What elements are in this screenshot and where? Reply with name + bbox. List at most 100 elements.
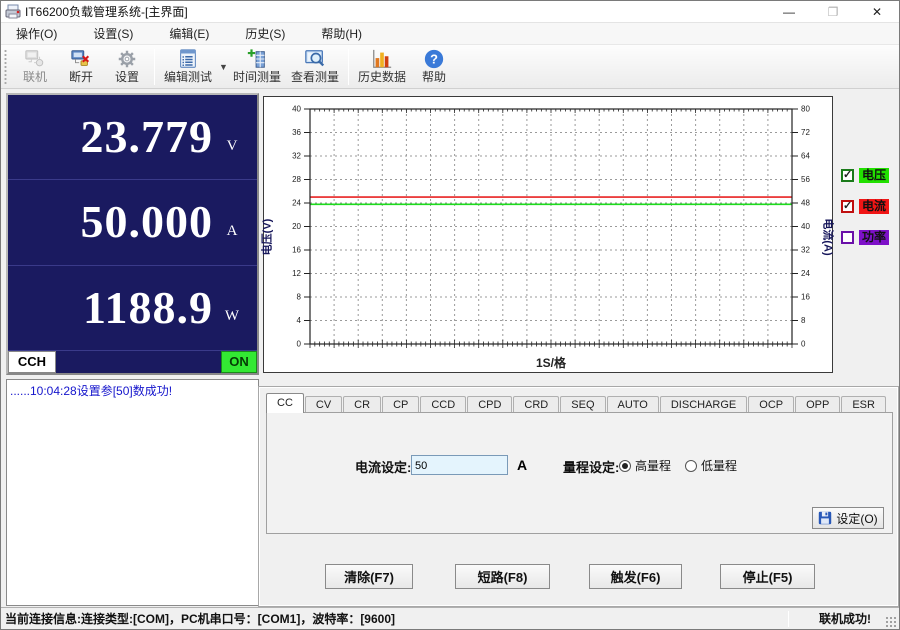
help-icon: ?: [423, 48, 445, 70]
toolbar-button-label: 帮助: [422, 70, 446, 84]
tab-esr[interactable]: ESR: [841, 396, 886, 413]
tab-ccd[interactable]: CCD: [420, 396, 466, 413]
view-measure-icon: [304, 48, 326, 70]
svg-text:36: 36: [292, 128, 301, 137]
svg-text:28: 28: [292, 175, 301, 184]
tab-seq[interactable]: SEQ: [560, 396, 605, 413]
toolbar-button-settings-gear[interactable]: 设置: [104, 46, 150, 88]
legend-item-1: ✓ 电压: [841, 168, 899, 183]
connect-icon: [24, 48, 46, 70]
message-log: ......10:04:28设置参[50]数成功!: [6, 379, 259, 606]
svg-text:0: 0: [801, 340, 806, 349]
mode-badge: CCH: [8, 351, 56, 373]
voltage-value: 23.779: [81, 114, 214, 160]
range-radio-low[interactable]: 低量程: [685, 457, 737, 474]
tab-opp[interactable]: OPP: [795, 396, 840, 413]
svg-text:16: 16: [292, 246, 301, 255]
current-set-label: 电流设定:: [355, 457, 411, 476]
toolbar-button-help[interactable]: ?帮助: [411, 46, 457, 88]
power-readout: 1188.9 W: [8, 266, 257, 351]
dropdown-arrow-icon[interactable]: ▼: [219, 62, 228, 72]
current-set-input[interactable]: [411, 455, 508, 475]
legend-checkbox[interactable]: ✓: [841, 169, 854, 182]
legend-label: 电压: [859, 168, 889, 183]
svg-text:40: 40: [801, 222, 810, 231]
tab-ocp[interactable]: OCP: [748, 396, 794, 413]
action-button-f6[interactable]: 触发(F6): [589, 564, 682, 589]
chart-plot: 4080367232642856244820401632122481648001…: [264, 97, 832, 372]
toolbar-button-connect: 联机: [12, 46, 58, 88]
tab-cv[interactable]: CV: [305, 396, 342, 413]
svg-text:56: 56: [801, 175, 810, 184]
chart-legend: ✓电压✓电流功率: [841, 168, 899, 261]
resize-grip[interactable]: [885, 616, 897, 628]
on-state-badge: ON: [221, 351, 257, 373]
action-button-f5[interactable]: 停止(F5): [720, 564, 815, 589]
toolbar-button-history-data[interactable]: 历史数据: [353, 46, 411, 88]
toolbar-button-label: 断开: [69, 70, 93, 84]
minimize-button[interactable]: —: [767, 1, 811, 23]
log-message: ......10:04:28设置参[50]数成功!: [10, 384, 255, 399]
menu-item[interactable]: 帮助(H): [312, 23, 371, 44]
toolbar-button-label: 编辑测试: [164, 70, 212, 84]
time-measure-icon: [246, 48, 268, 70]
svg-text:24: 24: [801, 269, 810, 278]
current-value: 50.000: [81, 199, 214, 245]
apply-setting-button[interactable]: 设定(O): [812, 507, 884, 529]
tab-cp[interactable]: CP: [382, 396, 419, 413]
legend-checkbox[interactable]: ✓: [841, 200, 854, 213]
menu-bar: 操作(O) 设置(S) 编辑(E) 历史(S) 帮助(H): [1, 23, 899, 45]
maximize-button[interactable]: ❐: [811, 1, 855, 23]
svg-text:16: 16: [801, 293, 810, 302]
action-button-f8[interactable]: 短路(F8): [455, 564, 550, 589]
radio-label: 低量程: [701, 457, 737, 474]
svg-text:72: 72: [801, 128, 810, 137]
radio-circle-icon: [685, 460, 697, 472]
menu-item[interactable]: 编辑(E): [160, 23, 218, 44]
voltage-unit: V: [221, 138, 243, 155]
cc-tab-page: 电流设定: A 量程设定: 高量程低量程 设定(O): [266, 412, 893, 534]
legend-checkbox[interactable]: [841, 231, 854, 244]
menu-item[interactable]: 历史(S): [236, 23, 294, 44]
settings-gear-icon: [116, 48, 138, 70]
left-axis-title: 电压(V): [258, 218, 274, 255]
status-bar: 当前连接信息:连接类型:[COM]，PC机串口号：[COM1]，波特率：[960…: [1, 607, 899, 629]
client-area: 23.779 V 50.000 A 1188.9 W CCH ON ......…: [1, 90, 899, 607]
tab-cpd[interactable]: CPD: [467, 396, 512, 413]
tab-crd[interactable]: CRD: [513, 396, 559, 413]
current-unit: A: [221, 223, 243, 240]
toolbar-button-view-measure[interactable]: 查看测量: [286, 46, 344, 88]
svg-text:64: 64: [801, 152, 810, 161]
svg-text:4: 4: [297, 316, 302, 325]
tab-cr[interactable]: CR: [343, 396, 381, 413]
toolbar-button-time-measure[interactable]: 时间测量: [228, 46, 286, 88]
svg-text:24: 24: [292, 199, 301, 208]
history-data-icon: [371, 48, 393, 70]
svg-text:32: 32: [292, 152, 301, 161]
menu-item[interactable]: 设置(S): [84, 23, 142, 44]
svg-text:12: 12: [292, 269, 301, 278]
toolbar-button-disconnect[interactable]: 断开: [58, 46, 104, 88]
range-radio-high[interactable]: 高量程: [619, 457, 671, 474]
action-button-f7[interactable]: 清除(F7): [325, 564, 413, 589]
tab-auto[interactable]: AUTO: [607, 396, 659, 413]
tab-discharge[interactable]: DISCHARGE: [660, 396, 747, 413]
online-status: 联机成功!: [789, 610, 885, 627]
waveform-chart: 4080367232642856244820401632122481648001…: [263, 96, 833, 373]
range-radio-group: 高量程 低量程: [619, 457, 751, 474]
toolbar-button-label: 联机: [23, 70, 47, 84]
menu-item[interactable]: 操作(O): [7, 23, 66, 44]
voltage-readout: 23.779 V: [8, 95, 257, 180]
apply-setting-label: 设定(O): [836, 510, 877, 527]
tab-cc[interactable]: CC: [266, 393, 304, 413]
toolbar-button-label: 时间测量: [233, 70, 281, 84]
current-readout: 50.000 A: [8, 180, 257, 265]
toolbar-grip[interactable]: [3, 49, 8, 85]
power-unit: W: [221, 308, 243, 325]
toolbar-button-edit-test[interactable]: 编辑测试: [159, 46, 217, 88]
display-status-row: CCH ON: [8, 351, 257, 373]
range-set-label: 量程设定:: [563, 457, 619, 476]
toolbar-separator: [154, 49, 155, 85]
close-button[interactable]: ✕: [855, 1, 899, 23]
app-icon: [5, 4, 21, 20]
